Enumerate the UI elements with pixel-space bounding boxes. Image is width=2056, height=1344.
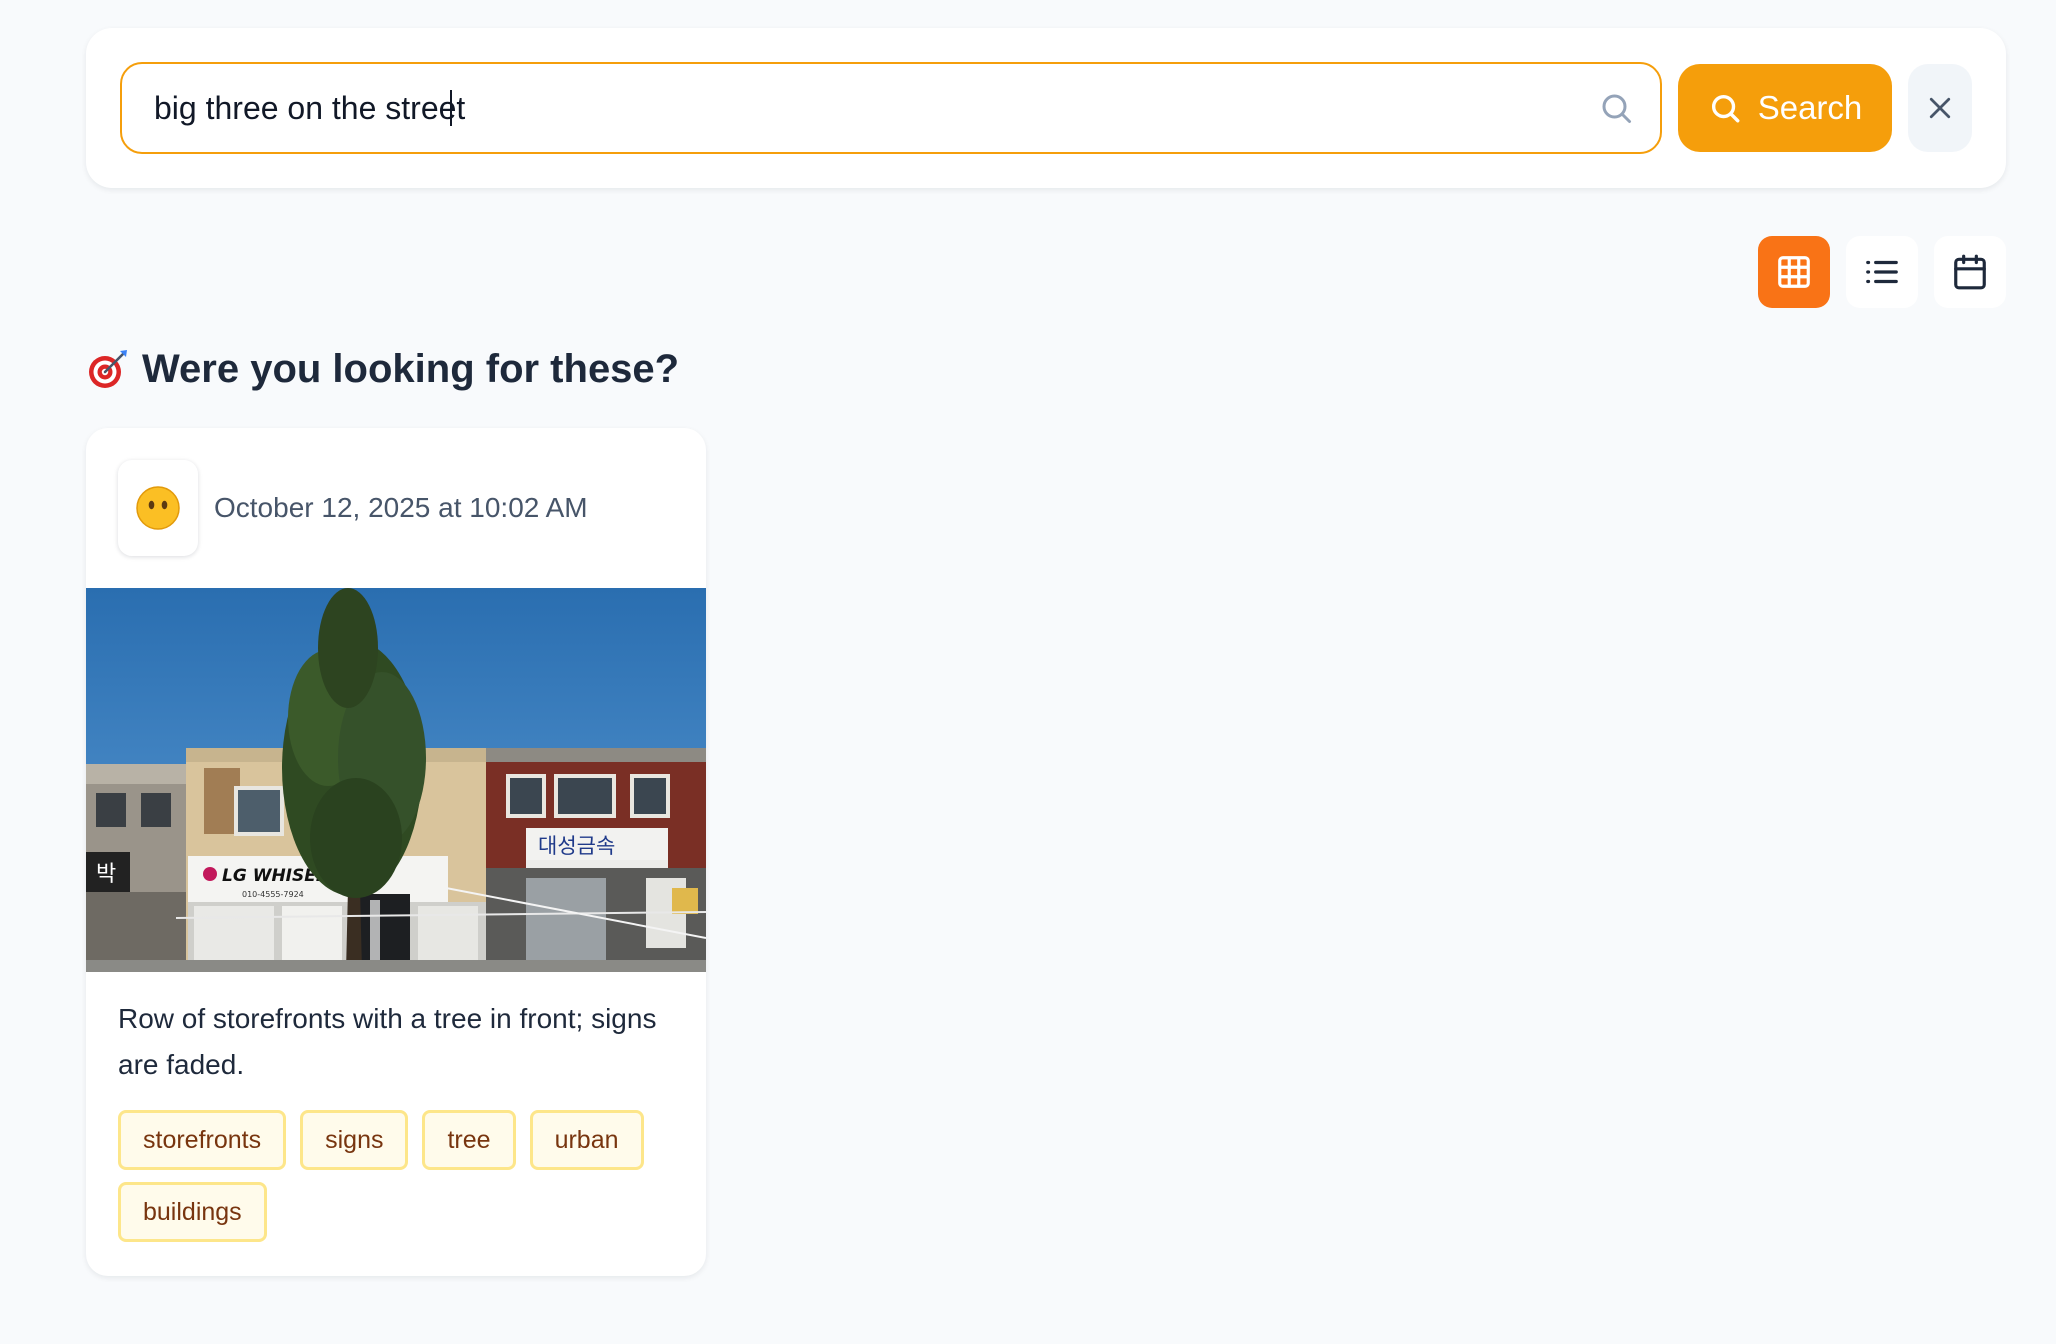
left-sign-text: 박 xyxy=(96,862,116,887)
search-button[interactable]: Search xyxy=(1678,64,1892,152)
tag-list: storefronts signs tree urban buildings xyxy=(118,1110,678,1242)
calendar-icon xyxy=(1954,254,1986,290)
right-sign-text: 대성금속 xyxy=(538,834,615,858)
list-view-button[interactable] xyxy=(1846,236,1918,308)
card-header: October 12, 2025 at 10:02 AM xyxy=(118,460,588,556)
tag-chip[interactable]: signs xyxy=(300,1110,409,1170)
close-icon xyxy=(1929,97,1951,119)
search-button-label: Search xyxy=(1757,89,1863,126)
search-icon xyxy=(1711,94,1740,123)
face-without-mouth-emoji-icon xyxy=(136,486,180,530)
direct-hit-target-icon xyxy=(89,350,127,388)
card-date: October 12, 2025 at 10:02 AM xyxy=(214,492,588,523)
results-heading: Were you looking for these? xyxy=(86,344,679,394)
grid-view-button[interactable] xyxy=(1758,236,1830,308)
lg-sign-phone: 010-4555-7924 xyxy=(242,890,304,899)
result-card[interactable]: October 12, 2025 at 10:02 AM 박 LG WHISEN… xyxy=(86,428,706,1276)
tag-chip[interactable]: tree xyxy=(422,1110,516,1170)
card-caption: Row of storefronts with a tree in front;… xyxy=(118,1003,657,1080)
grid-icon xyxy=(1778,256,1810,288)
search-icon xyxy=(1602,94,1631,123)
tag-chip[interactable]: storefronts xyxy=(118,1110,287,1170)
storefront-photo: 박 LG WHISEN 010-4555-7924 대성금속 xyxy=(86,588,706,972)
list-icon xyxy=(1866,260,1898,284)
clear-search-button[interactable] xyxy=(1908,64,1972,152)
results-heading-text: Were you looking for these? xyxy=(142,346,680,391)
card-photo[interactable]: 박 LG WHISEN 010-4555-7924 대성금속 xyxy=(86,588,706,972)
calendar-view-button[interactable] xyxy=(1934,236,2006,308)
text-caret xyxy=(450,90,452,126)
avatar xyxy=(118,460,198,556)
search-input[interactable] xyxy=(122,64,1660,152)
tag-chip[interactable]: buildings xyxy=(118,1182,267,1242)
search-input-wrapper xyxy=(120,62,1662,154)
search-panel: Search xyxy=(86,28,2006,188)
tag-chip[interactable]: urban xyxy=(529,1110,644,1170)
